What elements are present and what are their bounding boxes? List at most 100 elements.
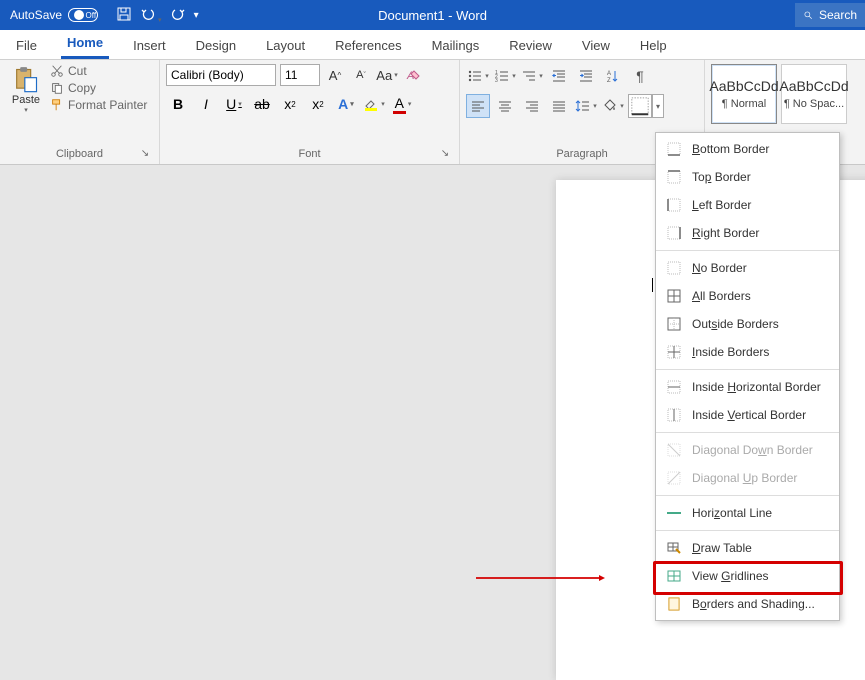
shrink-font-button[interactable]: Aˇ (350, 64, 372, 86)
tab-mailings[interactable]: Mailings (426, 32, 486, 59)
align-right-button[interactable] (520, 94, 544, 118)
menu-separator (656, 495, 839, 496)
style-normal[interactable]: AaBbCcDd ¶ Normal (711, 64, 777, 124)
menu-item-bottom[interactable]: Bottom Border (656, 135, 839, 163)
shading-icon (602, 98, 618, 114)
autosave-toggle[interactable]: AutoSave Off (0, 8, 108, 22)
menu-item-left[interactable]: Left Border (656, 191, 839, 219)
menu-separator (656, 369, 839, 370)
ribbon-tabs: File Home Insert Design Layout References Mail… (0, 30, 865, 60)
group-label-font: Font (298, 148, 320, 160)
align-center-button[interactable] (493, 94, 517, 118)
border-inv-icon (666, 407, 682, 423)
menu-item-none[interactable]: No Border (656, 254, 839, 282)
font-dialog-launcher[interactable]: ↘ (439, 148, 451, 160)
group-label-paragraph: Paragraph (556, 148, 607, 160)
font-size-input[interactable] (280, 64, 320, 86)
paste-icon (12, 66, 40, 94)
group-font: A^ Aˇ Aa A B I U ab x2 x2 A A Font ↘ (160, 60, 460, 164)
numbering-button[interactable]: 123 (493, 64, 517, 88)
search-label: Search (819, 8, 857, 22)
highlight-button[interactable] (362, 92, 386, 116)
qat-customize-icon[interactable]: ▾ (194, 10, 199, 21)
subscript-button[interactable]: x2 (278, 92, 302, 116)
show-marks-button[interactable]: ¶ (628, 64, 652, 88)
undo-icon[interactable] (140, 6, 162, 25)
justify-button[interactable] (547, 94, 571, 118)
bold-button[interactable]: B (166, 92, 190, 116)
group-label-clipboard: Clipboard (56, 148, 103, 160)
cut-button[interactable]: Cut (50, 64, 147, 78)
sort-icon: AZ (605, 68, 621, 84)
border-inside-icon (666, 344, 682, 360)
clear-formatting-button[interactable]: A (402, 64, 424, 86)
decrease-indent-icon (551, 68, 567, 84)
grow-font-button[interactable]: A^ (324, 64, 346, 86)
align-left-button[interactable] (466, 94, 490, 118)
tab-insert[interactable]: Insert (127, 32, 172, 59)
decrease-indent-button[interactable] (547, 64, 571, 88)
save-icon[interactable] (116, 6, 132, 25)
menu-item-draw[interactable]: Draw Table (656, 534, 839, 562)
tab-layout[interactable]: Layout (260, 32, 311, 59)
multilevel-button[interactable] (520, 64, 544, 88)
line-spacing-button[interactable] (574, 94, 598, 118)
paste-button[interactable]: Paste ▾ (6, 64, 46, 146)
tab-references[interactable]: References (329, 32, 407, 59)
border-right-icon (666, 225, 682, 241)
italic-button[interactable]: I (194, 92, 218, 116)
tab-view[interactable]: View (576, 32, 616, 59)
borders-dropdown-menu: Bottom BorderTop BorderLeft BorderRight … (655, 132, 840, 621)
text-effects-button[interactable]: A (334, 92, 358, 116)
font-color-button[interactable]: A (390, 92, 414, 116)
menu-item-inv[interactable]: Inside Vertical Border (656, 401, 839, 429)
font-name-input[interactable] (166, 64, 276, 86)
superscript-button[interactable]: x2 (306, 92, 330, 116)
menu-item-grid[interactable]: View Gridlines (656, 562, 839, 590)
copy-icon (50, 81, 64, 95)
multilevel-icon (521, 68, 537, 84)
shading-button[interactable] (601, 94, 625, 118)
menu-item-hline[interactable]: Horizontal Line (656, 499, 839, 527)
search-box[interactable]: Search (795, 3, 865, 27)
menu-item-outside[interactable]: Outside Borders (656, 310, 839, 338)
search-icon (803, 8, 813, 22)
border-outside-icon (666, 316, 682, 332)
numbering-icon: 123 (494, 68, 510, 84)
tab-help[interactable]: Help (634, 32, 673, 59)
menu-item-top[interactable]: Top Border (656, 163, 839, 191)
change-case-button[interactable]: Aa (376, 64, 398, 86)
menu-item-inside[interactable]: Inside Borders (656, 338, 839, 366)
menu-separator (656, 530, 839, 531)
tab-home[interactable]: Home (61, 29, 109, 59)
copy-button[interactable]: Copy (50, 81, 147, 95)
clipboard-dialog-launcher[interactable]: ↘ (139, 148, 151, 160)
format-painter-icon (50, 98, 64, 112)
borders-split-button[interactable]: ▾ (628, 94, 664, 118)
bullets-icon (467, 68, 483, 84)
increase-indent-button[interactable] (574, 64, 598, 88)
strikethrough-button[interactable]: ab (250, 92, 274, 116)
bullets-button[interactable] (466, 64, 490, 88)
border-hline-icon (666, 505, 682, 521)
menu-item-inh[interactable]: Inside Horizontal Border (656, 373, 839, 401)
increase-indent-icon (578, 68, 594, 84)
title-bar: AutoSave Off ▾ Document1 - Word Search (0, 0, 865, 30)
format-painter-button[interactable]: Format Painter (50, 98, 147, 112)
style-no-spacing[interactable]: AaBbCcDd ¶ No Spac... (781, 64, 847, 124)
toggle-off-icon: Off (68, 8, 98, 22)
menu-item-all[interactable]: All Borders (656, 282, 839, 310)
border-draw-icon (666, 540, 682, 556)
align-center-icon (497, 98, 513, 114)
tab-design[interactable]: Design (190, 32, 242, 59)
tab-file[interactable]: File (10, 32, 43, 59)
sort-button[interactable]: AZ (601, 64, 625, 88)
borders-dropdown-arrow[interactable]: ▾ (652, 94, 664, 118)
redo-icon[interactable] (170, 6, 186, 25)
underline-button[interactable]: U (222, 92, 246, 116)
menu-item-right[interactable]: Right Border (656, 219, 839, 247)
border-grid-icon (666, 568, 682, 584)
menu-item-dialog[interactable]: Borders and Shading... (656, 590, 839, 618)
document-title: Document1 - Word (378, 8, 487, 23)
tab-review[interactable]: Review (503, 32, 558, 59)
